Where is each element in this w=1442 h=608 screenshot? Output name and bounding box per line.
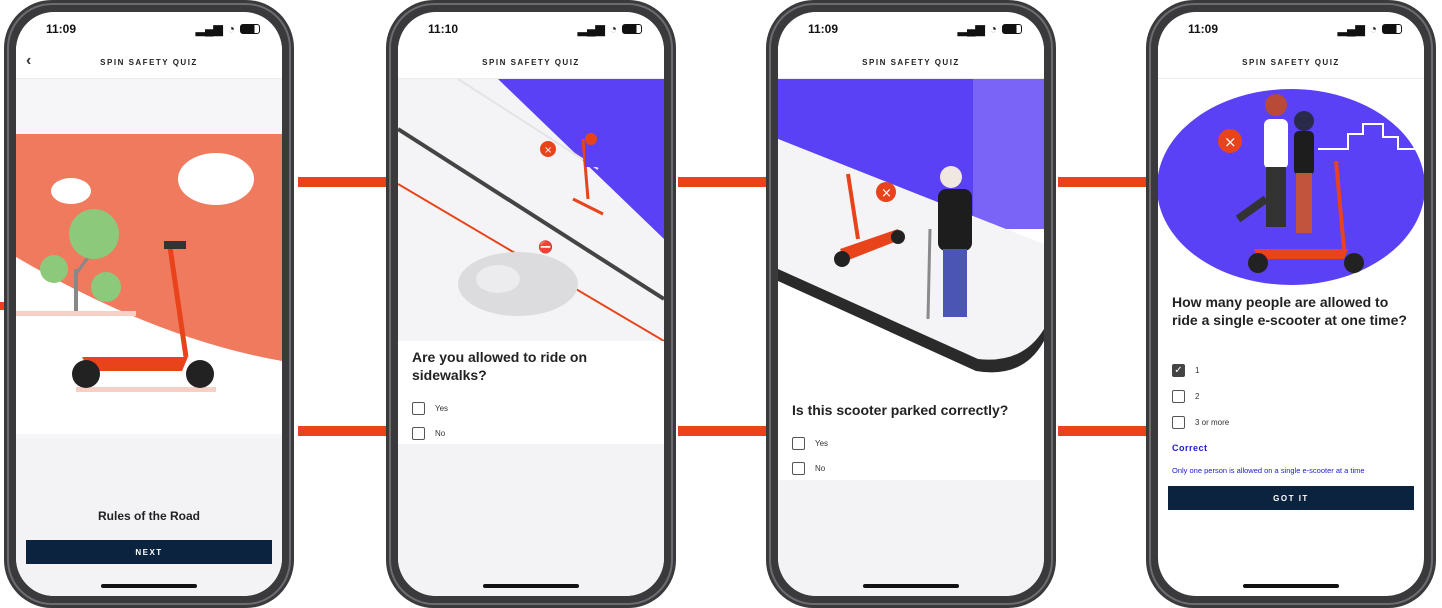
- checkbox[interactable]: [792, 462, 805, 475]
- answer-option[interactable]: ✓ 1: [1172, 364, 1199, 377]
- svg-text:×: ×: [544, 145, 552, 156]
- parking-illustration: ×: [778, 79, 1044, 379]
- app-title: SPIN SAFETY QUIZ: [1242, 57, 1340, 67]
- two-riders-illustration: ×: [1158, 79, 1424, 289]
- phone-screen: 11:10 ▂▄▆ ◔ SPIN SAFETY QUIZ × ⛔ Are you…: [398, 12, 664, 596]
- option-label: Yes: [435, 404, 449, 413]
- checkbox[interactable]: [1172, 390, 1185, 403]
- battery-icon: [240, 24, 260, 34]
- checkbox[interactable]: [792, 437, 805, 450]
- signal-icon: ▂▄▆: [957, 22, 985, 36]
- answer-option[interactable]: No: [412, 427, 445, 440]
- home-indicator: [101, 584, 197, 588]
- phone-frame: 11:09 ▂▄▆ ◔ SPIN SAFETY QUIZ ×: [1146, 0, 1436, 608]
- status-bar: 11:09 ▂▄▆ ◔: [16, 12, 282, 46]
- status-bar: 11:09 ▂▄▆ ◔: [1158, 12, 1424, 46]
- phone-screen: 11:09 ▂▄▆ ◔ SPIN SAFETY QUIZ ×: [1158, 12, 1424, 596]
- flow-connector: [298, 177, 388, 187]
- status-time: 11:10: [428, 22, 459, 36]
- app-title: SPIN SAFETY QUIZ: [100, 57, 198, 67]
- question-text: How many people are allowed to ride a si…: [1172, 294, 1407, 328]
- bottom-panel: [778, 480, 1044, 596]
- home-indicator: [863, 584, 959, 588]
- home-indicator: [1243, 584, 1339, 588]
- answer-option[interactable]: 3 or more: [1172, 416, 1229, 429]
- chevron-left-icon[interactable]: ‹: [26, 51, 33, 71]
- question-text: Are you allowed to ride on sidewalks?: [412, 349, 588, 383]
- next-button[interactable]: NEXT: [26, 540, 272, 564]
- answer-option[interactable]: Yes: [792, 437, 828, 450]
- phone-screen: 11:09 ▂▄▆ ◔ SPIN SAFETY QUIZ ×: [778, 12, 1044, 596]
- riders-illustration: ×: [1158, 79, 1424, 289]
- option-label: No: [435, 429, 446, 438]
- page-title: Rules of the Road: [97, 509, 200, 523]
- app-header: SPIN SAFETY QUIZ: [778, 46, 1044, 79]
- phone-frame: 11:10 ▂▄▆ ◔ SPIN SAFETY QUIZ × ⛔ Are you…: [386, 0, 676, 608]
- scooter-park-illustration: [16, 134, 282, 434]
- wifi-icon: ◔: [609, 22, 617, 36]
- answer-option[interactable]: Yes: [412, 402, 448, 415]
- home-indicator: [483, 584, 579, 588]
- wifi-icon: ◔: [227, 22, 235, 36]
- flow-connector: [678, 177, 768, 187]
- flow-connector: [678, 426, 768, 436]
- answer-option[interactable]: 2: [1172, 390, 1199, 403]
- wifi-icon: ◔: [1369, 22, 1377, 36]
- signal-icon: ▂▄▆: [577, 22, 605, 36]
- phone-frame: 11:09 ▂▄▆ ◔ ‹ SPIN SAFETY QUIZ Rules of …: [4, 0, 294, 608]
- option-label: 1: [1195, 366, 1200, 375]
- feedback-text: Only one person is allowed on a single e…: [1172, 466, 1365, 475]
- app-header: ‹ SPIN SAFETY QUIZ: [16, 46, 282, 79]
- checkbox[interactable]: [412, 427, 425, 440]
- svg-text:×: ×: [1224, 133, 1237, 151]
- checkbox-checked[interactable]: ✓: [1172, 364, 1185, 377]
- option-label: No: [815, 464, 826, 473]
- app-header: SPIN SAFETY QUIZ: [1158, 46, 1424, 79]
- app-title: SPIN SAFETY QUIZ: [862, 57, 960, 67]
- question-text: Is this scooter parked correctly?: [792, 402, 1009, 418]
- sidewalk-scooter-illustration: × ⛔: [398, 79, 664, 341]
- answer-option[interactable]: No: [792, 462, 825, 475]
- flow-connector: [1058, 426, 1148, 436]
- svg-text:⛔: ⛔: [538, 240, 553, 254]
- bottom-panel: [398, 444, 664, 596]
- option-label: 2: [1195, 392, 1200, 401]
- svg-text:×: ×: [881, 186, 892, 201]
- wifi-icon: ◔: [989, 22, 997, 36]
- status-bar: 11:09 ▂▄▆ ◔: [778, 12, 1044, 46]
- status-bar: 11:10 ▂▄▆ ◔: [398, 12, 664, 46]
- flow-connector: [1058, 177, 1148, 187]
- app-title: SPIN SAFETY QUIZ: [482, 57, 580, 67]
- rules-illustration: [16, 79, 282, 439]
- sidewalk-illustration: × ⛔: [398, 79, 664, 341]
- app-header: SPIN SAFETY QUIZ: [398, 46, 664, 79]
- option-label: Yes: [815, 439, 829, 448]
- option-label: 3 or more: [1195, 418, 1230, 427]
- got-it-button[interactable]: GOT IT: [1168, 486, 1414, 510]
- status-time: 11:09: [1188, 22, 1219, 36]
- battery-icon: [1382, 24, 1402, 34]
- status-time: 11:09: [46, 22, 77, 36]
- status-time: 11:09: [808, 22, 839, 36]
- phone-frame: 11:09 ▂▄▆ ◔ SPIN SAFETY QUIZ ×: [766, 0, 1056, 608]
- signal-icon: ▂▄▆: [195, 22, 223, 36]
- signal-icon: ▂▄▆: [1337, 22, 1365, 36]
- flow-connector: [298, 426, 388, 436]
- feedback-title: Correct: [1172, 443, 1208, 453]
- battery-icon: [622, 24, 642, 34]
- parked-scooter-illustration: ×: [778, 79, 1044, 379]
- checkbox[interactable]: [1172, 416, 1185, 429]
- checkbox[interactable]: [412, 402, 425, 415]
- phone-screen: 11:09 ▂▄▆ ◔ ‹ SPIN SAFETY QUIZ Rules of …: [16, 12, 282, 596]
- battery-icon: [1002, 24, 1022, 34]
